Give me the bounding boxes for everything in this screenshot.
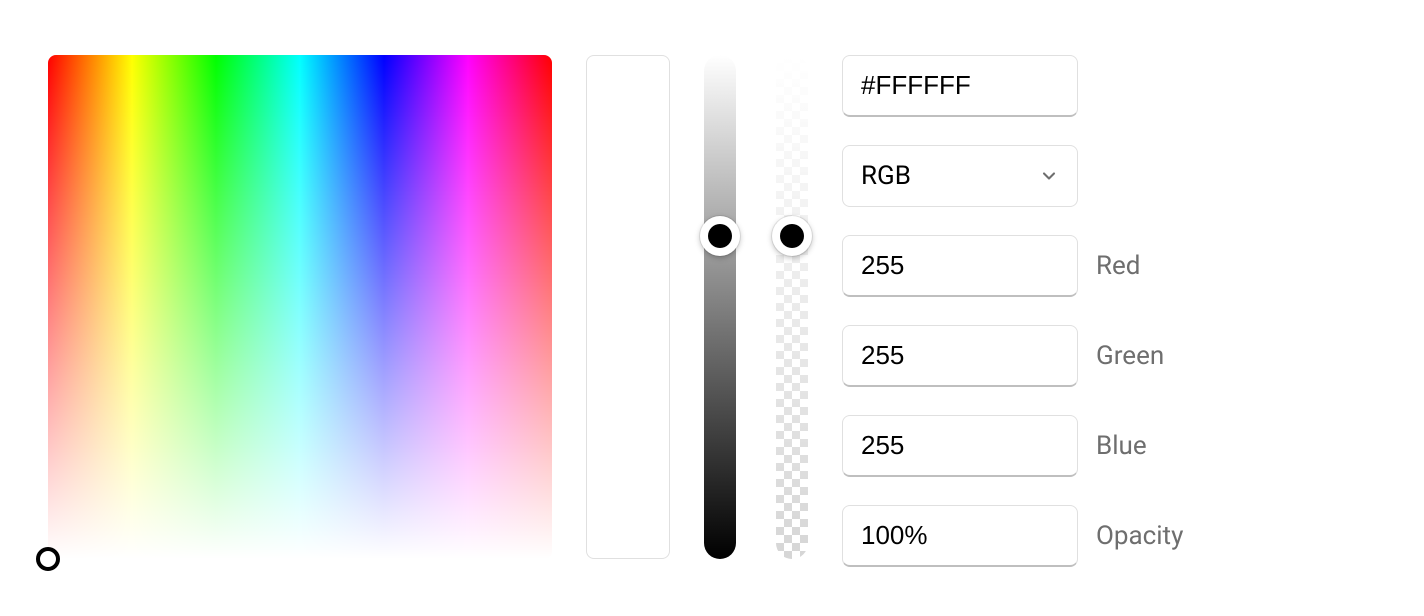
- blue-row: Blue: [842, 415, 1183, 477]
- green-label: Green: [1096, 341, 1164, 371]
- slider-handle-dot: [780, 224, 804, 248]
- lightness-slider[interactable]: [704, 55, 736, 559]
- color-picker: RGB Red Green Blue Opacity: [48, 55, 1376, 567]
- lightness-slider-handle: [700, 216, 740, 256]
- color-area-handle: [36, 547, 60, 571]
- opacity-slider-handle: [772, 216, 812, 256]
- green-row: Green: [842, 325, 1183, 387]
- hex-input[interactable]: [842, 55, 1078, 117]
- opacity-row: Opacity: [842, 505, 1183, 567]
- opacity-input[interactable]: [842, 505, 1078, 567]
- red-row: Red: [842, 235, 1183, 297]
- opacity-label: Opacity: [1096, 521, 1183, 551]
- green-input[interactable]: [842, 325, 1078, 387]
- slider-group: [704, 55, 808, 559]
- field-group: RGB Red Green Blue Opacity: [842, 55, 1183, 567]
- hex-row: [842, 55, 1183, 117]
- color-swatch: [586, 55, 670, 559]
- format-select-value: RGB: [861, 161, 911, 191]
- blue-label: Blue: [1096, 431, 1147, 461]
- format-row: RGB: [842, 145, 1183, 207]
- red-label: Red: [1096, 251, 1140, 281]
- color-area[interactable]: [48, 55, 552, 559]
- red-input[interactable]: [842, 235, 1078, 297]
- format-select[interactable]: RGB: [842, 145, 1078, 207]
- opacity-slider[interactable]: [776, 55, 808, 559]
- chevron-down-icon: [1039, 166, 1059, 186]
- slider-handle-dot: [708, 224, 732, 248]
- blue-input[interactable]: [842, 415, 1078, 477]
